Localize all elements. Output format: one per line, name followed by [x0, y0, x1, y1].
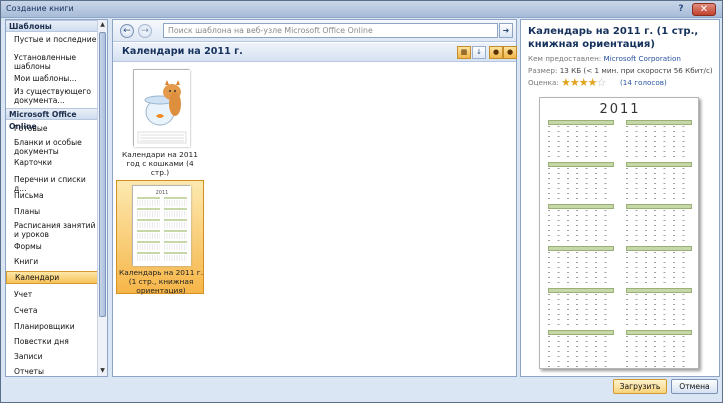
provider-label: Кем предоставлен: — [528, 54, 602, 63]
template-gallery: ← → Поиск шаблона на веб-узле Microsoft … — [112, 19, 517, 377]
month-block — [548, 288, 614, 330]
online-header: Microsoft Office Online — [6, 108, 98, 131]
month-block — [548, 246, 614, 288]
month-block — [626, 288, 692, 330]
scroll-up-icon[interactable]: ▲ — [98, 20, 107, 30]
download-button[interactable]: Загрузить — [613, 379, 667, 394]
provider-row: Кем предоставлен: Microsoft Corporation — [528, 54, 681, 63]
star-icon[interactable]: ★ — [579, 76, 589, 89]
sidebar-item-cards[interactable]: Карточки — [6, 158, 98, 167]
sidebar-item-my-templates[interactable]: Мои шаблоны... — [6, 74, 98, 83]
preview-year: 2011 — [599, 102, 641, 117]
month-block — [626, 120, 692, 162]
sidebar-item-planners[interactable]: Планировщики — [6, 322, 98, 331]
star-icon[interactable]: ★ — [561, 76, 571, 89]
cancel-button[interactable]: Отмена — [671, 379, 718, 394]
new-book-dialog: Создание книги ? ✕ Шаблоны Пустые и посл… — [0, 0, 723, 403]
sidebar-item-books[interactable]: Книги — [6, 257, 98, 266]
star-icon[interactable]: ★ — [588, 76, 598, 89]
template-caption: Календари на 2011 год с кошками (4 стр.) — [122, 150, 198, 177]
sidebar-item-plans[interactable]: Планы — [6, 207, 98, 216]
size-row: Размер: 13 КБ (< 1 мин. при скорости 56 … — [528, 66, 713, 75]
sidebar-item-invoices[interactable]: Счета — [6, 306, 98, 315]
month-block — [626, 162, 692, 204]
sidebar-item-installed[interactable]: Установленные шаблоны — [6, 53, 98, 71]
star-icon[interactable]: ★ — [570, 76, 580, 89]
sidebar-item-reports[interactable]: Отчеты — [6, 367, 98, 376]
size-value: 13 КБ (< 1 мин. при скорости 56 Кбит/с) — [559, 66, 713, 75]
template-categories: Шаблоны Пустые и последние Установленные… — [5, 19, 108, 377]
templates-header: Шаблоны — [6, 20, 98, 32]
sidebar-item-accounting[interactable]: Учет — [6, 290, 98, 299]
calendar-thumbnail: 2011 — [132, 185, 191, 266]
title-bar: Создание книги ? ✕ — [1, 1, 722, 18]
sidebar-item-forms-special[interactable]: Бланки и особые документы — [6, 138, 98, 156]
sidebar-item-blank-recent[interactable]: Пустые и последние — [6, 35, 98, 44]
rating-stars[interactable]: ★★★★☆ — [561, 76, 607, 89]
search-input[interactable]: Поиск шаблона на веб-узле Microsoft Offi… — [163, 23, 498, 38]
sidebar-item-schedules[interactable]: Расписания занятий и уроков — [6, 221, 98, 239]
month-block — [548, 120, 614, 162]
preview-panel: Календарь на 2011 г. (1 стр., книжная ор… — [520, 19, 720, 377]
section-title: Календари на 2011 г. — [122, 46, 243, 57]
votes-count[interactable]: (14 голосов) — [620, 78, 667, 87]
star-empty-icon[interactable]: ☆ — [597, 76, 607, 89]
template-tile[interactable]: Календари на 2011 год с кошками (4 стр.) — [116, 66, 204, 181]
sidebar-item-calendars[interactable]: Календари — [6, 271, 98, 284]
cat-calendar-thumbnail — [133, 69, 190, 147]
month-block — [626, 330, 692, 372]
month-block — [548, 204, 614, 246]
month-block — [548, 162, 614, 204]
sidebar-scrollbar[interactable]: ▲ ▼ — [97, 20, 107, 376]
sidebar-item-letters[interactable]: Письма — [6, 191, 98, 200]
section-header: Календари на 2011 г. ▦ ↓ ● ● — [113, 43, 517, 62]
sort-az-icon[interactable]: ↓ — [472, 46, 486, 59]
help-icon[interactable]: ? — [674, 4, 688, 15]
month-block — [626, 246, 692, 288]
month-block — [626, 204, 692, 246]
sidebar-item-records[interactable]: Записи — [6, 352, 98, 361]
forward-arrow-icon[interactable]: → — [138, 24, 152, 38]
size-label: Размер: — [528, 66, 558, 75]
window-title: Создание книги — [6, 4, 74, 13]
sidebar-item-featured[interactable]: Готовые — [6, 124, 98, 133]
search-go-icon[interactable]: ➜ — [499, 23, 513, 38]
user-icon[interactable]: ● — [489, 46, 503, 59]
thumb-year: 2011 — [156, 190, 169, 196]
scrollbar-thumb[interactable] — [99, 32, 106, 317]
rating-label: Оценка: — [528, 78, 559, 87]
sidebar-item-forms[interactable]: Формы — [6, 242, 98, 251]
sidebar-item-from-existing[interactable]: Из существующего документа... — [6, 87, 98, 105]
preview-image: 2011 — [539, 97, 699, 372]
close-icon[interactable]: ✕ — [692, 3, 716, 16]
scroll-down-icon[interactable]: ▼ — [98, 366, 107, 376]
provider-value: Microsoft Corporation — [603, 54, 681, 63]
preview-title: Календарь на 2011 г. (1 стр., книжная ор… — [528, 26, 699, 50]
navigation-bar: ← → Поиск шаблона на веб-узле Microsoft … — [113, 20, 516, 42]
users-icon[interactable]: ● — [503, 46, 517, 59]
back-arrow-icon[interactable]: ← — [120, 24, 134, 38]
sidebar-item-agendas[interactable]: Повестки дня — [6, 337, 98, 346]
template-tile-selected[interactable]: 2011 Календарь на 2011 г. (1 стр., книжн… — [116, 180, 204, 295]
month-block — [548, 330, 614, 372]
view-sort-icon[interactable]: ▦ — [457, 46, 471, 59]
template-caption-selected: Календарь на 2011 г. (1 стр., книжная ор… — [118, 268, 203, 295]
